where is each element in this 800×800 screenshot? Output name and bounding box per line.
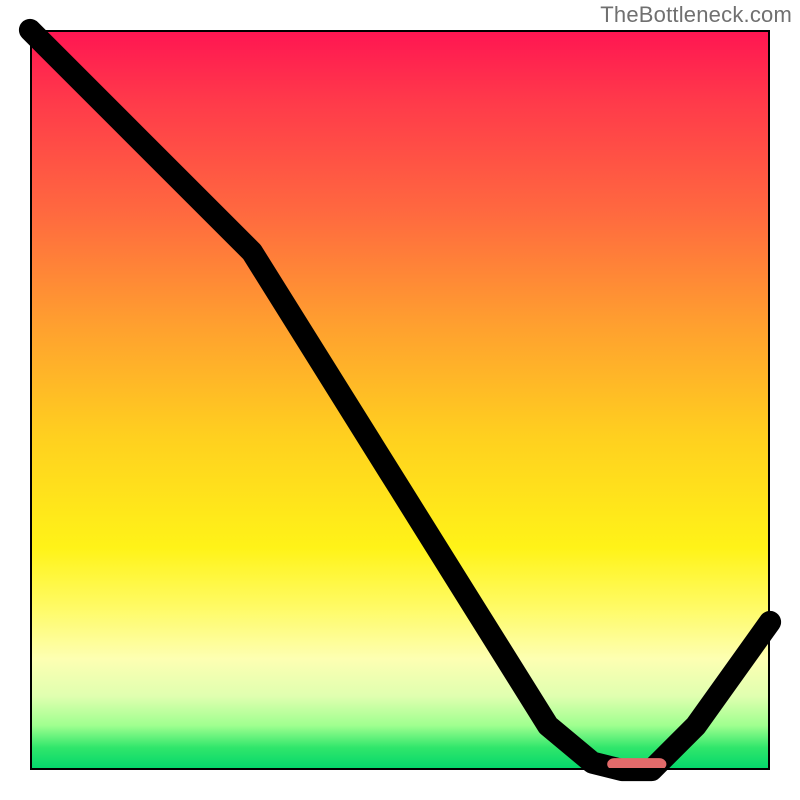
chart-overlay-svg [30,30,770,770]
chart-plot-area [30,30,770,770]
watermark-text: TheBottleneck.com [600,2,792,28]
bottleneck-curve [30,30,770,770]
optimum-marker [607,758,666,770]
